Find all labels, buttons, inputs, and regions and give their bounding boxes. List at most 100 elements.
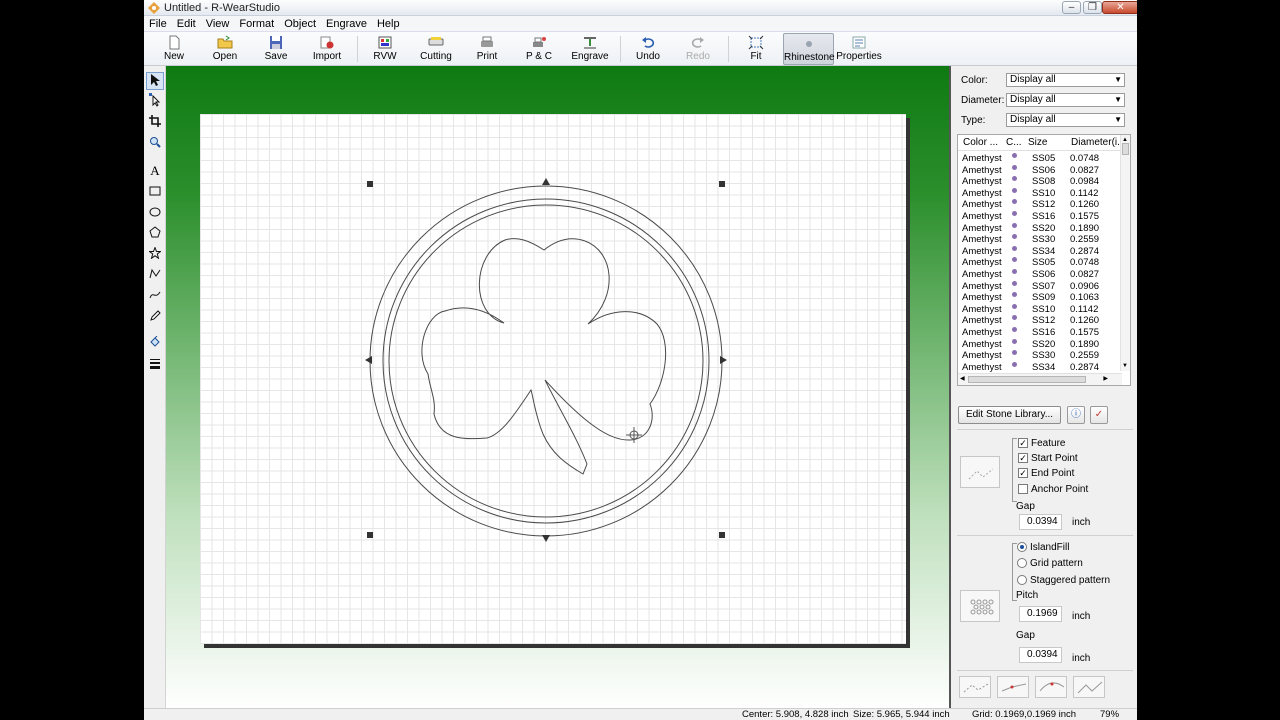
rotation-handle-bottom[interactable] — [542, 535, 550, 542]
stone-list-row[interactable]: Amethyst SS30 0.2559 — [958, 234, 1122, 246]
properties-button[interactable]: Properties — [836, 33, 882, 65]
import-button[interactable]: Import — [308, 33, 346, 65]
line-style-tool[interactable] — [146, 356, 164, 374]
rotation-handle-left[interactable] — [365, 356, 372, 364]
zoom-tool[interactable] — [146, 135, 164, 153]
stone-list-row[interactable]: Amethyst SS20 0.1890 — [958, 222, 1122, 235]
stone-mode-button-2[interactable] — [997, 676, 1029, 698]
column-c-header[interactable]: C... — [1006, 137, 1022, 148]
staggered-pattern-radio[interactable] — [1017, 575, 1027, 585]
new-button[interactable]: New — [158, 33, 190, 65]
grid-pattern-radio[interactable] — [1017, 558, 1027, 568]
stone-list-row[interactable]: Amethyst SS06 0.0827 — [958, 269, 1122, 281]
stone-list-row[interactable]: Amethyst SS34 0.2874 — [958, 245, 1122, 258]
save-button[interactable]: Save — [260, 33, 292, 65]
feature-gap-input[interactable]: 0.0394 — [1019, 514, 1062, 530]
menu-object[interactable]: Object — [279, 16, 321, 31]
stone-list-row[interactable]: Amethyst SS16 0.1575 — [958, 211, 1122, 223]
crop-tool[interactable] — [146, 114, 164, 132]
selection-handle[interactable] — [719, 181, 725, 187]
ellipse-tool[interactable] — [146, 204, 164, 222]
cutting-button[interactable]: Cutting — [416, 33, 456, 65]
design-artwork[interactable] — [200, 114, 906, 644]
menu-engrave[interactable]: Engrave — [321, 16, 372, 31]
diameter-filter-select[interactable]: Display all ▼ — [1006, 93, 1125, 107]
stone-list-row[interactable]: Amethyst SS20 0.1890 — [958, 338, 1122, 351]
redo-button[interactable]: Redo — [682, 33, 714, 65]
fill-tool[interactable] — [146, 335, 164, 353]
fill-gap-input[interactable]: 0.0394 — [1019, 647, 1062, 663]
stone-list-row[interactable]: Amethyst SS16 0.1575 — [958, 327, 1122, 339]
column-size-header[interactable]: Size — [1028, 137, 1047, 148]
polygon-tool[interactable] — [146, 225, 164, 243]
stone-list-row[interactable]: Amethyst SS09 0.1063 — [958, 292, 1122, 304]
selection-handle[interactable] — [367, 181, 373, 187]
menu-file[interactable]: File — [144, 16, 172, 31]
text-tool[interactable]: A — [146, 162, 164, 180]
menu-edit[interactable]: Edit — [172, 16, 201, 31]
rhinestone-button[interactable]: Rhinestone — [783, 33, 835, 65]
info-button[interactable]: ⓘ — [1067, 406, 1085, 424]
stone-list-row[interactable]: Amethyst SS10 0.1142 — [958, 303, 1122, 316]
stone-list-row[interactable]: Amethyst SS07 0.0906 — [958, 280, 1122, 293]
print-button[interactable]: Print — [470, 33, 504, 65]
open-button[interactable]: Open — [208, 33, 242, 65]
select-tool[interactable] — [146, 72, 164, 90]
stone-mode-button-1[interactable] — [959, 676, 991, 698]
anchor-point-checkbox[interactable] — [1018, 484, 1028, 494]
eraser-tool[interactable] — [146, 309, 164, 327]
stone-list-row[interactable]: Amethyst SS05 0.0748 — [958, 257, 1122, 269]
type-filter-select[interactable]: Display all ▼ — [1006, 113, 1125, 127]
pitch-input[interactable]: 0.1969 — [1019, 606, 1062, 622]
menu-help[interactable]: Help — [372, 16, 405, 31]
menu-format[interactable]: Format — [234, 16, 279, 31]
stone-list[interactable]: Color ... C... Size Diameter(i... Amethy… — [957, 134, 1131, 386]
paper-page[interactable] — [200, 114, 906, 644]
feature-checkbox[interactable]: ✓ — [1018, 438, 1028, 448]
stone-list-row[interactable]: Amethyst SS08 0.0984 — [958, 176, 1122, 188]
color-filter-select[interactable]: Display all ▼ — [1006, 73, 1125, 87]
close-button[interactable]: ✕ — [1102, 1, 1137, 14]
column-diameter-header[interactable]: Diameter(i... — [1071, 137, 1125, 148]
column-color-header[interactable]: Color ... — [963, 137, 998, 148]
stone-mode-button-3[interactable] — [1035, 676, 1067, 698]
selection-handle[interactable] — [367, 532, 373, 538]
curve-tool[interactable] — [146, 288, 164, 306]
start-point-checkbox[interactable]: ✓ — [1018, 453, 1028, 463]
node-edit-tool[interactable] — [146, 93, 164, 111]
scroll-thumb[interactable] — [1122, 143, 1129, 155]
engrave-button[interactable]: Engrave — [570, 33, 610, 65]
horizontal-scrollbar[interactable]: ◀ ▶ — [958, 373, 1122, 385]
hscroll-thumb[interactable] — [968, 376, 1086, 383]
shamrock-shape[interactable] — [421, 238, 667, 475]
stone-list-row[interactable]: Amethyst SS06 0.0827 — [958, 164, 1122, 177]
stone-list-row[interactable]: Amethyst SS12 0.1260 — [958, 199, 1122, 211]
vertical-scrollbar[interactable]: ▲ ▼ — [1120, 135, 1130, 371]
rotation-handle-top[interactable] — [542, 178, 550, 185]
rvw-button[interactable]: RVW — [368, 33, 402, 65]
end-point-checkbox[interactable]: ✓ — [1018, 468, 1028, 478]
inner-circle-shape[interactable] — [388, 204, 704, 518]
fill-stones-preview[interactable] — [960, 590, 1000, 622]
polyline-tool[interactable] — [146, 267, 164, 285]
maximize-button[interactable]: ❐ — [1083, 1, 1102, 14]
stone-list-row[interactable]: Amethyst SS30 0.2559 — [958, 350, 1122, 362]
stone-list-row[interactable]: Amethyst SS34 0.2874 — [958, 361, 1122, 374]
rectangle-tool[interactable] — [146, 183, 164, 201]
print-and-cut-button[interactable]: P & C — [522, 33, 556, 65]
outline-stones-preview[interactable] — [960, 456, 1000, 488]
undo-button[interactable]: Undo — [632, 33, 664, 65]
selection-handle[interactable] — [719, 532, 725, 538]
island-fill-radio[interactable] — [1017, 542, 1027, 552]
stone-mode-button-4[interactable] — [1073, 676, 1105, 698]
stone-list-row[interactable]: Amethyst SS10 0.1142 — [958, 187, 1122, 200]
minimize-button[interactable]: – — [1062, 1, 1081, 14]
fit-button[interactable]: Fit — [742, 33, 770, 65]
rotation-handle-right[interactable] — [720, 356, 727, 364]
edit-stone-library-button[interactable]: Edit Stone Library... — [958, 406, 1061, 424]
star-tool[interactable] — [146, 246, 164, 264]
stone-list-row[interactable]: Amethyst SS05 0.0748 — [958, 153, 1122, 165]
drawing-canvas[interactable] — [166, 66, 951, 708]
check-button[interactable]: ✓ — [1090, 406, 1108, 424]
stone-list-row[interactable]: Amethyst SS12 0.1260 — [958, 315, 1122, 327]
